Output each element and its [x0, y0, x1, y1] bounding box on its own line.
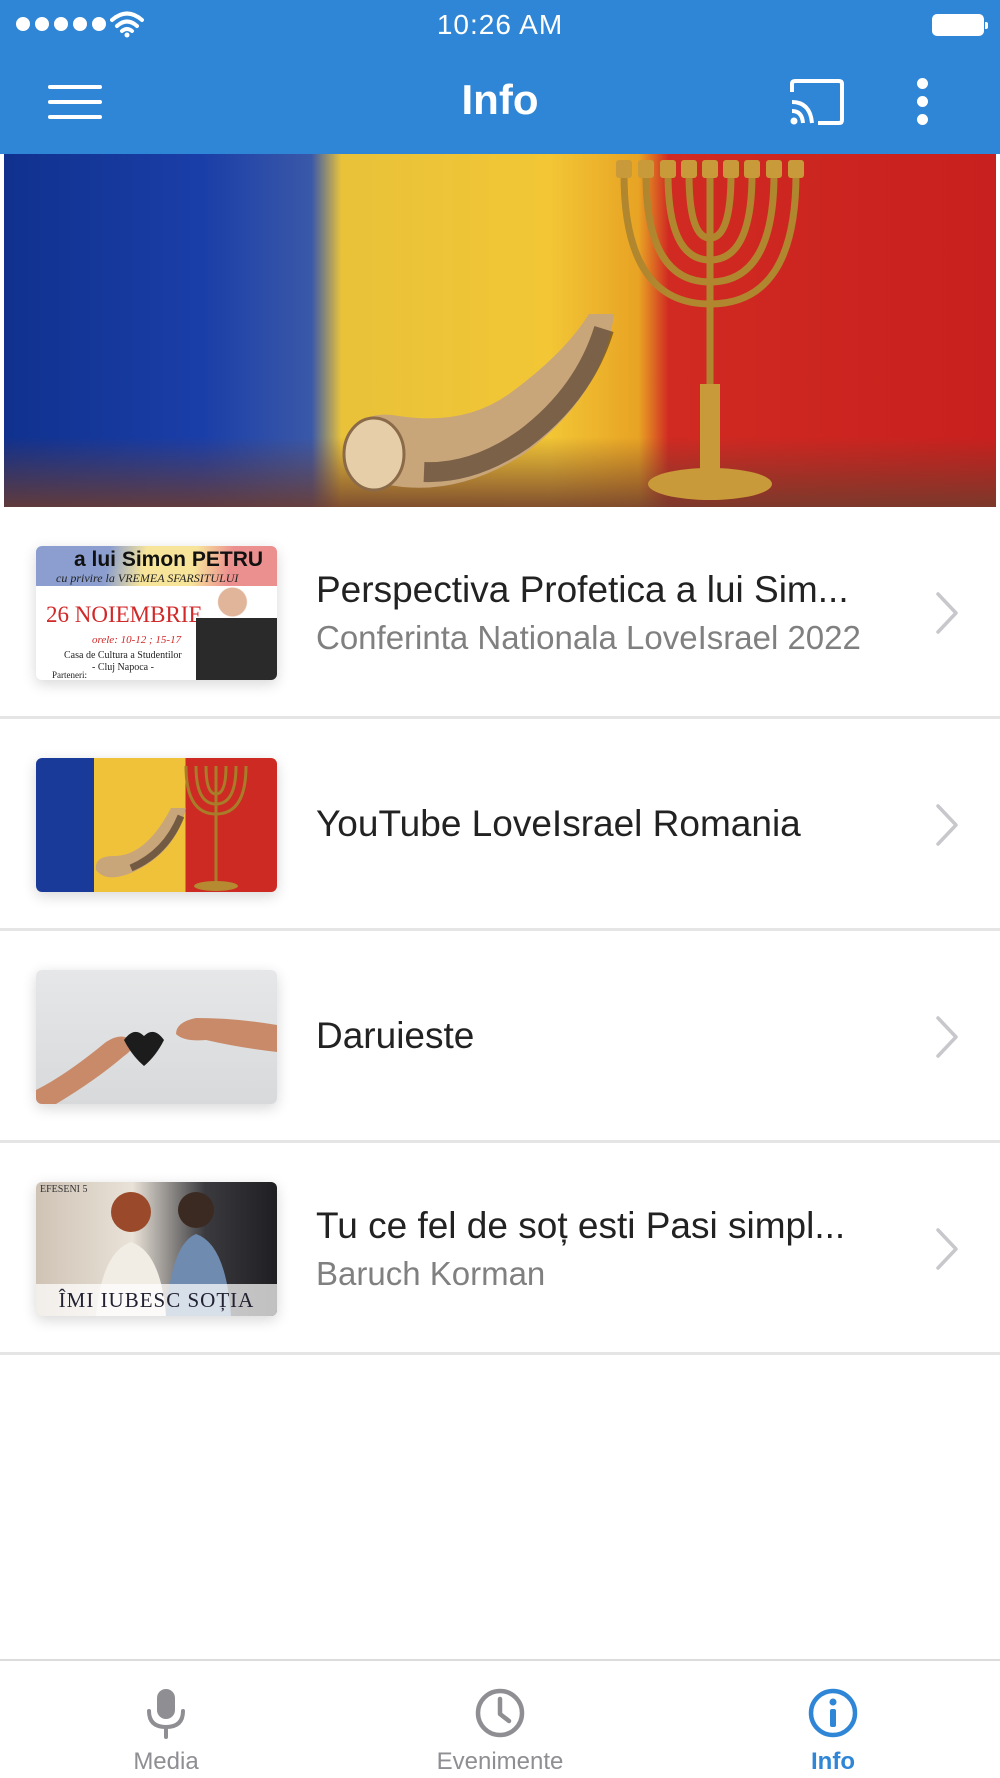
item-title: YouTube LoveIsrael Romania [316, 803, 801, 844]
item-thumbnail: a lui Simon PETRU cu privire la VREMEA S… [36, 546, 277, 680]
item-thumbnail [36, 758, 277, 892]
tab-media[interactable]: Media [56, 1661, 276, 1778]
item-thumbnail: EFESENI 5 ÎMI IUBESC SOȚIA [36, 1182, 277, 1316]
chevron-right-icon [936, 804, 958, 846]
shofar-menorah-illustration [342, 160, 804, 500]
hero-banner-image [4, 154, 996, 507]
thumb-text: EFESENI 5 [40, 1184, 88, 1195]
chevron-right-icon [936, 1016, 958, 1058]
tab-evenimente[interactable]: Evenimente [390, 1661, 610, 1778]
thumb-text: - Cluj Napoca - [92, 662, 154, 673]
tab-label: Info [811, 1748, 855, 1775]
info-list: a lui Simon PETRU cu privire la VREMEA S… [0, 507, 1000, 1355]
item-title: Perspectiva Profetica a lui Sim... [316, 569, 849, 610]
clock-icon [475, 1688, 525, 1738]
tab-bar: Media Evenimente Info [0, 1659, 1000, 1778]
list-item[interactable]: EFESENI 5 ÎMI IUBESC SOȚIA Tu ce fel de … [0, 1143, 1000, 1355]
list-item[interactable]: Daruieste [0, 931, 1000, 1143]
top-bar: 10:26 AM Info [0, 0, 1000, 154]
item-subtitle: Baruch Korman [316, 1255, 546, 1292]
speaker-photo [196, 580, 277, 680]
thumb-text: Casa de Cultura a Studentilor [64, 650, 182, 661]
chevron-right-icon [936, 592, 958, 634]
item-title: Daruieste [316, 1015, 475, 1056]
chevron-right-icon [936, 1228, 958, 1270]
item-title: Tu ce fel de soț esti Pasi simpl... [316, 1205, 846, 1246]
thumb-text: Parteneri: [52, 670, 87, 680]
microphone-icon [147, 1689, 185, 1739]
info-icon [808, 1688, 858, 1738]
item-thumbnail [36, 970, 277, 1104]
status-time: 10:26 AM [436, 9, 564, 40]
cast-icon[interactable] [788, 78, 846, 126]
status-bar: 10:26 AM [0, 0, 1000, 50]
thumb-text: a lui Simon PETRU [74, 548, 264, 571]
item-subtitle: Conferinta Nationala LoveIsrael 2022 [316, 619, 861, 656]
thumb-text: 26 NOIEMBRIE [46, 602, 203, 627]
thumb-text: orele: 10-12 ; 15-17 [92, 634, 182, 646]
list-item[interactable]: YouTube LoveIsrael Romania [0, 719, 1000, 931]
more-vertical-icon[interactable] [908, 76, 938, 128]
thumb-text: ÎMI IUBESC SOȚIA [36, 1284, 277, 1316]
battery-icon [932, 14, 988, 36]
tab-label: Media [133, 1748, 199, 1775]
tab-info[interactable]: Info [723, 1661, 943, 1778]
tab-label: Evenimente [436, 1748, 564, 1775]
page-title: Info [461, 76, 539, 123]
list-item[interactable]: a lui Simon PETRU cu privire la VREMEA S… [0, 507, 1000, 719]
navigation-bar: Info [0, 50, 1000, 154]
